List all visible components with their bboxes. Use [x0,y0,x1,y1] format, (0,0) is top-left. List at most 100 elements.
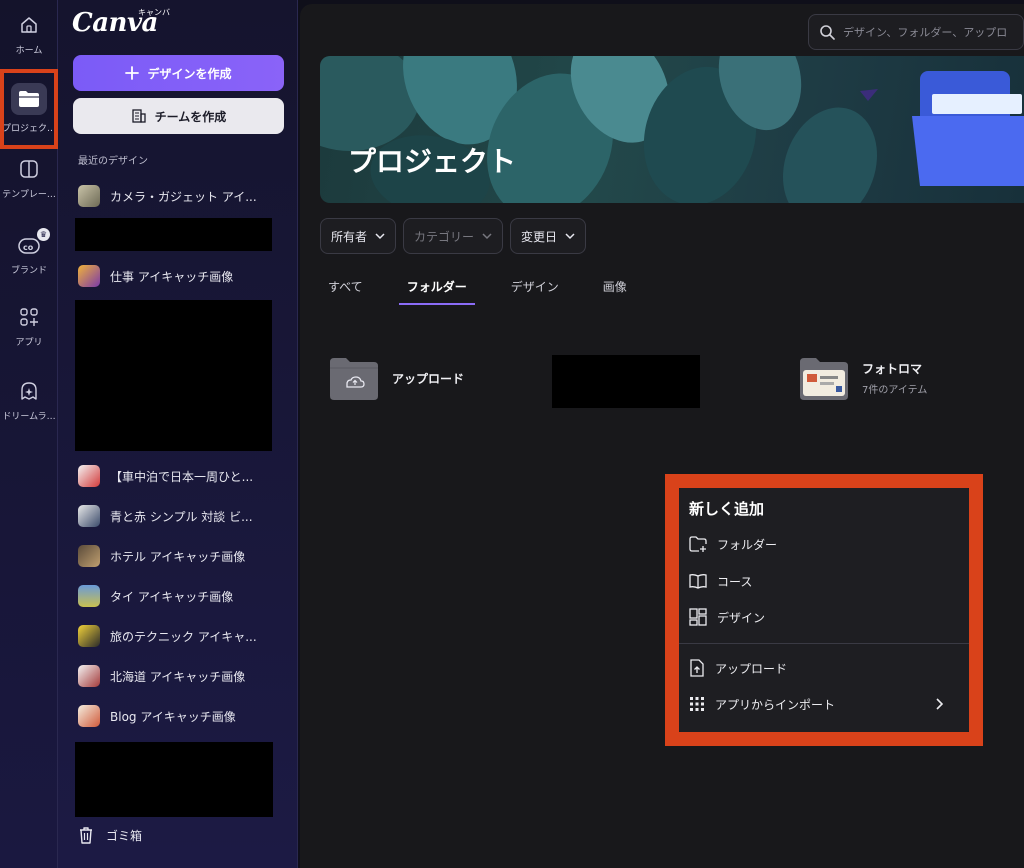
create-team-label: チームを作成 [154,109,227,124]
recent-item[interactable]: 【車中泊で日本一周ひと... [78,462,278,490]
filter-owner-label: 所有者 [331,229,368,244]
rail-label-home: ホーム [15,45,43,56]
filter-category-label: カテゴリー [414,229,475,244]
main-area: デザイン、フォルダー、アップロ プロジェクト 所有者 カテゴリー 変更日 すべて… [298,0,1024,868]
recent-item[interactable]: 仕事 アイキャッチ画像 [78,262,278,290]
recent-item[interactable]: カメラ・ガジェット アイ... [78,182,278,210]
building-icon [132,109,146,123]
recent-item[interactable]: 旅のテクニック アイキャ... [78,622,278,650]
tab-all[interactable]: すべて [328,272,363,305]
canva-logo-sub: キャンバ [138,8,170,17]
tab-images[interactable]: 画像 [603,272,627,305]
main-content: デザイン、フォルダー、アップロ プロジェクト 所有者 カテゴリー 変更日 すべて… [300,4,1024,868]
menu-item-import-from-apps[interactable]: アプリからインポート [689,690,957,718]
recent-item[interactable]: 青と赤 シンプル 対談 ビ... [78,502,278,530]
folder-name: フォトロマ [862,362,923,376]
recent-item-label: タイ アイキャッチ画像 [110,589,234,604]
design-thumbnail [78,505,100,527]
recent-item[interactable]: Blog アイキャッチ画像 [78,702,278,730]
add-new-menu: 新しく追加 フォルダー コース デザイン アップロード アプリからインポート [679,488,969,732]
folder-plus-icon [689,536,707,552]
template-icon [17,157,41,181]
create-design-button[interactable]: デザインを作成 [73,55,284,91]
chevron-down-icon [482,233,492,240]
menu-item-design[interactable]: デザイン [689,603,957,631]
search-placeholder: デザイン、フォルダー、アップロ [843,26,1008,39]
layout-grid-icon [689,608,707,626]
folder-icon [11,82,47,115]
redacted-block [552,355,700,408]
file-upload-icon [690,659,704,677]
menu-item-folder[interactable]: フォルダー [689,530,957,558]
trash-label: ゴミ箱 [106,828,143,843]
rail-item-dream-lab[interactable]: ドリームラ… [0,370,58,430]
design-thumbnail [78,545,100,567]
menu-item-upload[interactable]: アップロード [689,654,957,682]
rail-item-projects[interactable]: プロジェク… [0,78,58,138]
tab-designs[interactable]: デザイン [511,272,559,305]
recent-item[interactable]: ホテル アイキャッチ画像 [78,542,278,570]
redacted-block [75,300,272,451]
sidebar-panel: Canva キャンバ デザインを作成 チームを作成 最近のデザイン カメラ・ガジ… [58,0,298,868]
menu-item-course-label: コース [717,574,753,589]
recent-item-label: 青と赤 シンプル 対談 ビ... [110,509,253,524]
trash-link[interactable]: ゴミ箱 [78,822,142,848]
recent-item-label: カメラ・ガジェット アイ... [110,189,257,204]
recent-item-label: 北海道 アイキャッチ画像 [110,669,246,684]
rail-item-apps[interactable]: アプリ [0,296,58,356]
design-thumbnail [78,265,100,287]
rail-label-dream-lab: ドリームラ… [2,411,56,422]
menu-item-course[interactable]: コース [689,567,957,595]
rail-label-apps: アプリ [15,337,43,348]
recent-item-label: ホテル アイキャッチ画像 [110,549,246,564]
banner-leaves-illustration [320,56,1024,203]
rail-item-home[interactable]: ホーム [0,4,58,64]
rail-label-brand: ブランド [10,265,47,276]
search-input[interactable]: デザイン、フォルダー、アップロ [808,14,1024,50]
folder-photoroma[interactable]: フォトロマ 7件のアイテム [798,356,927,400]
design-thumbnail [78,665,100,687]
home-icon [17,13,41,37]
create-team-button[interactable]: チームを作成 [73,98,284,134]
folder-uploads[interactable]: アップロード [328,356,464,400]
folder-icon [798,356,850,400]
filter-modified-date[interactable]: 変更日 [510,218,587,254]
filter-category[interactable]: カテゴリー [403,218,504,254]
recent-item-label: Blog アイキャッチ画像 [110,709,236,724]
search-icon [820,25,835,40]
tab-folders[interactable]: フォルダー [398,272,475,305]
rail-item-templates[interactable]: テンプレー… [0,148,58,208]
folder-name: アップロード [392,371,465,386]
upload-folder-icon [328,356,380,400]
filter-bar: 所有者 カテゴリー 変更日 [320,218,587,254]
chevron-right-icon [936,698,943,710]
recent-item[interactable]: 北海道 アイキャッチ画像 [78,662,278,690]
rail-label-templates: テンプレー… [2,189,56,200]
folder-item-count: 7件のアイテム [862,385,928,396]
redacted-block [75,218,272,251]
recent-item-label: 旅のテクニック アイキャ... [110,629,257,644]
recent-item-label: 仕事 アイキャッチ画像 [110,269,234,284]
menu-title: 新しく追加 [689,500,765,518]
create-design-label: デザインを作成 [147,66,232,81]
dream-lab-icon [17,379,41,403]
recent-item[interactable]: タイ アイキャッチ画像 [78,582,278,610]
menu-item-design-label: デザイン [717,610,766,625]
dots-grid-icon [690,697,704,711]
left-rail: ホーム プロジェク… テンプレー… co ♛ ブランド アプリ ドリームラ… [0,0,58,868]
rail-label-projects: プロジェク… [1,123,56,134]
filter-owner[interactable]: 所有者 [320,218,397,254]
chevron-down-icon [565,233,575,240]
apps-icon [17,305,41,329]
recent-item-label: 【車中泊で日本一周ひと... [110,469,254,484]
recent-designs-title: 最近のデザイン [78,156,148,167]
content-tabs: すべて フォルダー デザイン 画像 [320,272,671,305]
design-thumbnail [78,705,100,727]
design-thumbnail [78,465,100,487]
redacted-block [75,742,273,817]
crown-icon: ♛ [37,228,50,241]
svg-text:co: co [23,243,34,252]
design-thumbnail [78,585,100,607]
design-thumbnail [78,625,100,647]
rail-item-brand[interactable]: co ♛ ブランド [0,224,58,284]
